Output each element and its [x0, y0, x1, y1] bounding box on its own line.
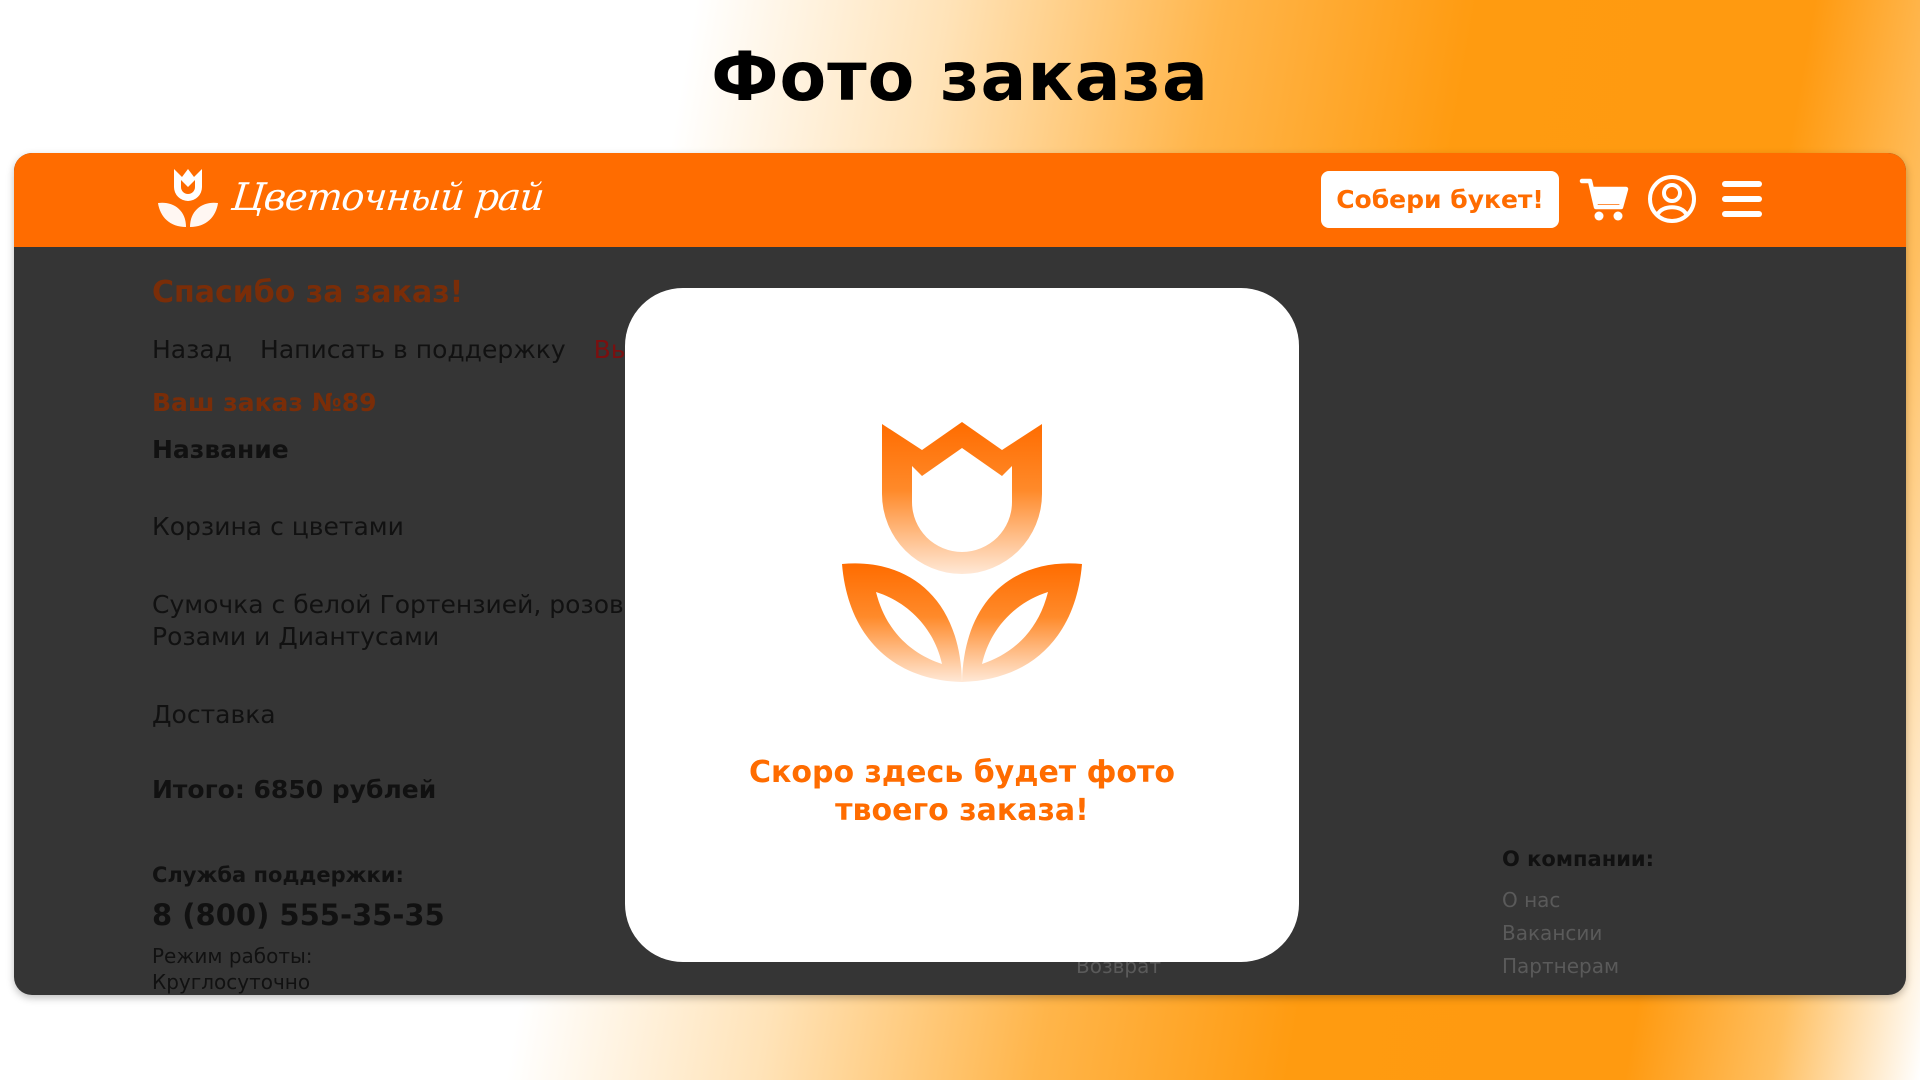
- back-link[interactable]: Назад: [152, 335, 232, 364]
- footer-link-partners[interactable]: Партнерам: [1502, 954, 1619, 978]
- order-total: Итого: 6850 рублей: [152, 775, 437, 804]
- order-item: Сумочка с белой Гортензией, розовы: [152, 590, 644, 619]
- support-link[interactable]: Написать в поддержку: [260, 335, 566, 364]
- hours-value: Круглосуточно: [152, 970, 311, 994]
- order-number: Ваш заказ №89: [152, 388, 377, 417]
- company-title: О компании:: [1502, 847, 1655, 871]
- footer-link-about[interactable]: О нас: [1502, 888, 1560, 912]
- support-phone[interactable]: 8 (800) 555-35-35: [152, 898, 445, 932]
- working-hours: Режим работы: Круглосуточно: [152, 943, 313, 995]
- top-bar: Цветочный рай Собери букет!: [14, 153, 1906, 247]
- page-title: Фото заказа: [711, 38, 1209, 117]
- footer-link-vacancies[interactable]: Вакансии: [1502, 921, 1602, 945]
- column-header-name: Название: [152, 435, 289, 464]
- order-item-continuation: Розами и Диантусами: [152, 622, 440, 651]
- modal-message: Скоро здесь будет фото твоего заказа!: [625, 754, 1299, 830]
- build-bouquet-button[interactable]: Собери букет!: [1321, 171, 1559, 228]
- user-icon[interactable]: [1646, 173, 1698, 225]
- order-photo-modal: Скоро здесь будет фото твоего заказа!: [625, 288, 1299, 962]
- hours-label: Режим работы:: [152, 944, 313, 968]
- order-item: Корзина с цветами: [152, 512, 404, 541]
- brand-name: Цветочный рай: [229, 175, 546, 219]
- order-nav: Назад Написать в поддержку Вых: [152, 335, 645, 364]
- thanks-heading: Спасибо за заказ!: [152, 275, 464, 310]
- order-item: Доставка: [152, 700, 276, 729]
- tulip-placeholder-icon: [842, 422, 1082, 682]
- tulip-logo-icon: [158, 169, 218, 227]
- modal-message-line: твоего заказа!: [835, 793, 1089, 828]
- logo[interactable]: Цветочный рай: [154, 163, 546, 231]
- menu-icon[interactable]: [1716, 173, 1768, 225]
- cart-icon[interactable]: [1579, 173, 1631, 225]
- modal-message-line: Скоро здесь будет фото: [748, 755, 1175, 790]
- support-title: Служба поддержки:: [152, 863, 404, 887]
